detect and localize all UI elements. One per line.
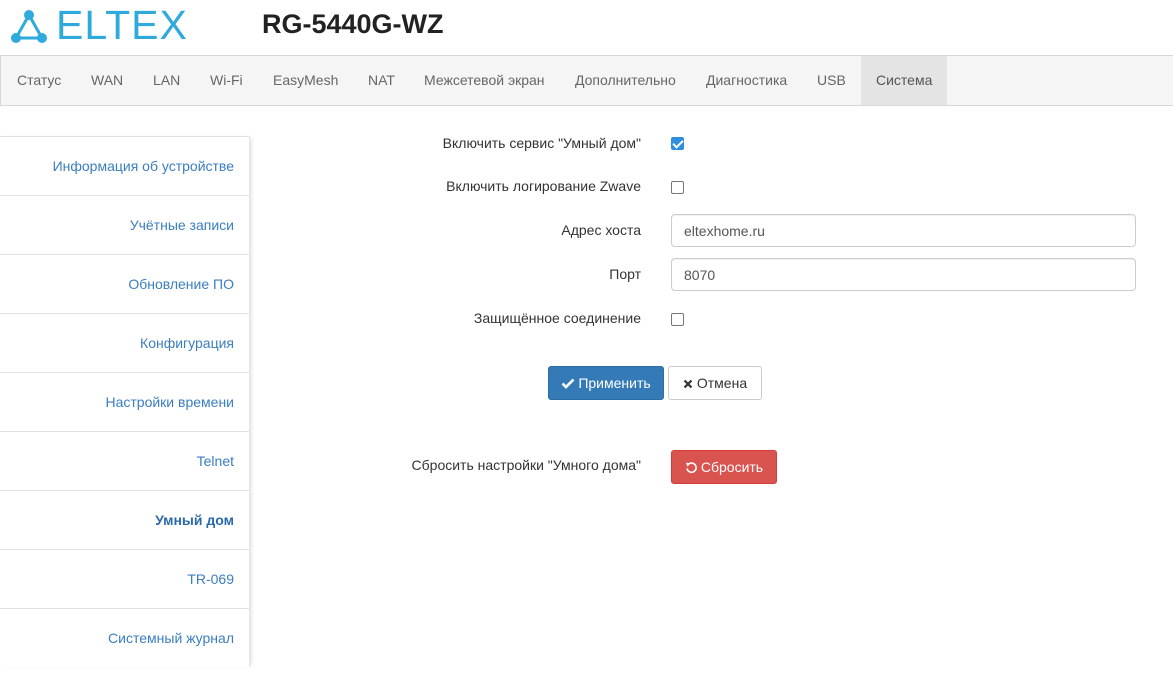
close-icon [683,379,693,389]
sidebar: Информация об устройстве Учётные записи … [0,136,250,667]
port-input[interactable] [671,258,1136,291]
nav-tab-lan[interactable]: LAN [138,56,195,105]
reset-button-label: Сбросить [700,459,764,475]
nav-tab-diagnostics[interactable]: Диагностика [691,56,802,105]
device-model-title: RG-5440G-WZ [262,9,444,39]
nav-tab-nat[interactable]: NAT [353,56,410,105]
secure-connection-checkbox[interactable] [671,313,684,326]
nav-tab-system[interactable]: Система [861,56,947,105]
nav-tab-firewall[interactable]: Межсетевой экран [409,56,560,105]
header: ELTEX RG-5440G-WZ [0,0,1173,55]
port-label: Порт [609,266,641,282]
reset-button[interactable]: Сбросить [671,450,777,484]
sidebar-item-device-info[interactable]: Информация об устройстве [0,136,249,195]
sidebar-item-system-log[interactable]: Системный журнал [0,608,249,667]
enable-service-checkbox[interactable] [671,137,684,150]
nav-tab-easymesh[interactable]: EasyMesh [258,56,353,105]
cancel-button[interactable]: Отмена [668,366,762,400]
nav-tab-wan[interactable]: WAN [76,56,138,105]
sidebar-item-tr069[interactable]: TR-069 [0,549,249,608]
eltex-logo: ELTEX [8,2,198,48]
sidebar-item-telnet[interactable]: Telnet [0,431,249,490]
sidebar-item-accounts[interactable]: Учётные записи [0,195,249,254]
sidebar-item-smart-home[interactable]: Умный дом [0,490,249,549]
eltex-logo-icon [11,10,47,43]
nav-tab-usb[interactable]: USB [802,56,861,105]
apply-button[interactable]: Применить [548,366,664,400]
sidebar-item-time-settings[interactable]: Настройки времени [0,372,249,431]
check-icon [561,378,575,389]
sidebar-item-firmware-update[interactable]: Обновление ПО [0,254,249,313]
reset-settings-label: Сбросить настройки "Умного дома" [411,457,641,473]
enable-service-label: Включить сервис "Умный дом" [442,135,641,151]
enable-zwave-label: Включить логирование Zwave [446,178,641,194]
main-nav: Статус WAN LAN Wi-Fi EasyMesh NAT Межсет… [0,55,1173,106]
cancel-button-label: Отмена [696,375,748,391]
reset-icon [685,462,697,474]
secure-connection-label: Защищённое соединение [473,310,641,326]
nav-tab-wifi[interactable]: Wi-Fi [195,56,258,105]
apply-button-label: Применить [578,375,651,391]
nav-tab-advanced[interactable]: Дополнительно [560,56,691,105]
enable-zwave-checkbox[interactable] [671,181,684,194]
logo-text: ELTEX [56,2,188,48]
sidebar-item-configuration[interactable]: Конфигурация [0,313,249,372]
host-input[interactable] [671,214,1136,247]
host-label: Адрес хоста [561,222,641,238]
nav-tab-status[interactable]: Статус [2,56,76,105]
